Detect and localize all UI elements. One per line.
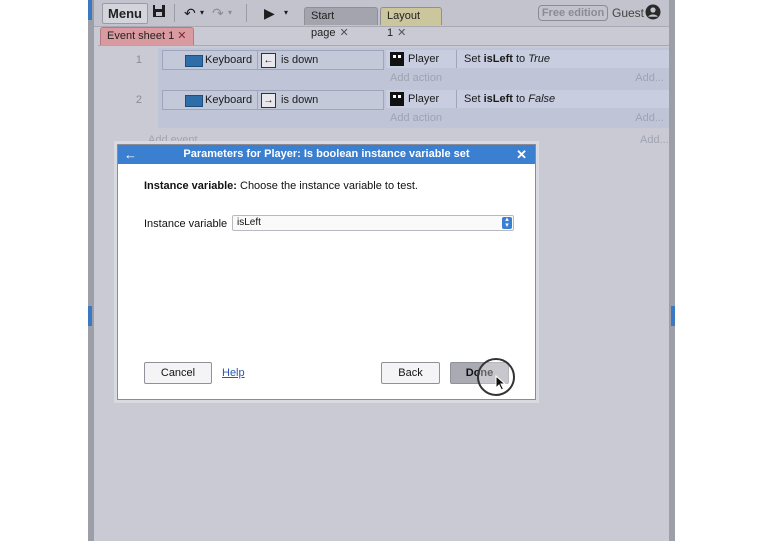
condition-text: is down xyxy=(281,54,319,66)
action-text: Set isLeft to False xyxy=(464,90,555,108)
dialog-title: ← Parameters for Player: Is boolean inst… xyxy=(118,145,535,164)
user-label[interactable]: Guest xyxy=(612,5,644,21)
condition-keyboard-left[interactable]: Keyboard ← is down xyxy=(162,50,384,70)
tab-label: Event sheet 1 xyxy=(107,30,175,42)
instance-variable-label: Instance variable xyxy=(144,218,228,230)
right-arrow-key-icon: → xyxy=(261,93,276,108)
add-action-link[interactable]: Add action xyxy=(390,110,442,126)
tab-start-page[interactable]: Start page ✕ xyxy=(304,7,378,39)
player-icon xyxy=(390,92,404,106)
action-prefix: Set xyxy=(464,93,481,105)
action-divider xyxy=(456,50,457,68)
condition-divider xyxy=(257,51,258,69)
condition-text: is down xyxy=(281,94,319,106)
toolbar: Menu ↶ ▾ ↷ ▾ ▶ ▾ Start page ✕ Layout 1 ✕ F… xyxy=(88,0,675,39)
window-edge xyxy=(88,0,94,541)
left-arrow-key-icon: ← xyxy=(261,53,276,68)
add-more-link[interactable]: Add... xyxy=(635,70,664,86)
action-set-isleft[interactable]: Player Set isLeft to False xyxy=(386,90,670,108)
panel-accent xyxy=(88,306,92,326)
condition-keyboard-right[interactable]: Keyboard → is down xyxy=(162,90,384,110)
action-prefix: Set xyxy=(464,53,481,65)
undo-dropdown-icon[interactable]: ▾ xyxy=(200,4,204,22)
add-more-link[interactable]: Add... xyxy=(640,134,669,146)
action-set-isleft[interactable]: Player Set isLeft to True xyxy=(386,50,670,68)
action-object: Player xyxy=(408,53,440,65)
event-number: 2 xyxy=(135,94,142,106)
redo-dropdown-icon[interactable]: ▾ xyxy=(228,4,232,22)
action-variable: isLeft xyxy=(483,53,513,65)
action-variable: isLeft xyxy=(483,93,513,105)
redo-icon[interactable]: ↷ xyxy=(212,4,224,22)
action-value: False xyxy=(528,93,556,105)
action-object: Player xyxy=(408,93,440,105)
window-edge xyxy=(669,0,675,541)
parameters-dialog: ← Parameters for Player: Is boolean inst… xyxy=(117,144,536,400)
toolbar-divider xyxy=(246,4,247,22)
instance-variable-select[interactable]: isLeft ▴ ▾ xyxy=(232,215,514,231)
event-row[interactable]: Keyboard → is down Player Set isLeft to … xyxy=(158,88,670,128)
action-mid: to xyxy=(515,93,526,105)
description-heading: Instance variable: xyxy=(144,180,237,192)
add-more-link[interactable]: Add... xyxy=(635,110,664,126)
event-number: 1 xyxy=(135,54,142,66)
dialog-title-text: Parameters for Player: Is boolean instan… xyxy=(183,148,470,160)
select-value: isLeft xyxy=(237,217,261,228)
play-dropdown-icon[interactable]: ▾ xyxy=(284,4,288,22)
keyboard-icon xyxy=(185,55,203,67)
toolbar-divider xyxy=(174,4,175,22)
condition-divider xyxy=(257,91,258,109)
close-icon[interactable]: ✕ xyxy=(516,145,527,164)
tab-layout-1[interactable]: Layout 1 ✕ xyxy=(380,7,442,39)
mouse-cursor-icon xyxy=(495,375,507,391)
event-row[interactable]: Keyboard ← is down Player Set isLeft to … xyxy=(158,48,670,88)
help-link[interactable]: Help xyxy=(222,367,245,379)
panel-accent xyxy=(88,0,92,20)
condition-object: Keyboard xyxy=(205,94,253,106)
action-mid: to xyxy=(515,53,526,65)
close-icon[interactable]: ✕ xyxy=(339,27,348,39)
player-icon xyxy=(390,52,404,66)
close-icon[interactable]: ✕ xyxy=(177,30,186,42)
select-arrows-icon[interactable]: ▴ ▾ xyxy=(502,216,512,229)
free-edition-badge[interactable]: Free edition xyxy=(538,5,608,21)
condition-object: Keyboard xyxy=(205,54,253,66)
play-icon[interactable]: ▶ xyxy=(264,4,275,22)
tab-label: Start page xyxy=(311,10,336,39)
add-action-link[interactable]: Add action xyxy=(390,70,442,86)
back-button[interactable]: Back xyxy=(381,362,440,384)
dialog-description: Instance variable: Choose the instance v… xyxy=(144,180,418,192)
save-icon[interactable] xyxy=(152,4,166,22)
undo-icon[interactable]: ↶ xyxy=(184,4,196,22)
user-icon[interactable] xyxy=(645,4,661,20)
keyboard-icon xyxy=(185,95,203,107)
action-text: Set isLeft to True xyxy=(464,50,550,68)
description-text: Choose the instance variable to test. xyxy=(236,180,418,192)
cancel-button[interactable]: Cancel xyxy=(144,362,212,384)
menu-button[interactable]: Menu xyxy=(102,3,148,24)
action-value: True xyxy=(528,53,551,65)
panel-accent xyxy=(671,306,675,326)
action-divider xyxy=(456,90,457,108)
back-arrow-icon[interactable]: ← xyxy=(124,145,137,164)
close-icon[interactable]: ✕ xyxy=(397,27,406,39)
tab-event-sheet-1[interactable]: Event sheet 1 ✕ xyxy=(100,27,194,45)
